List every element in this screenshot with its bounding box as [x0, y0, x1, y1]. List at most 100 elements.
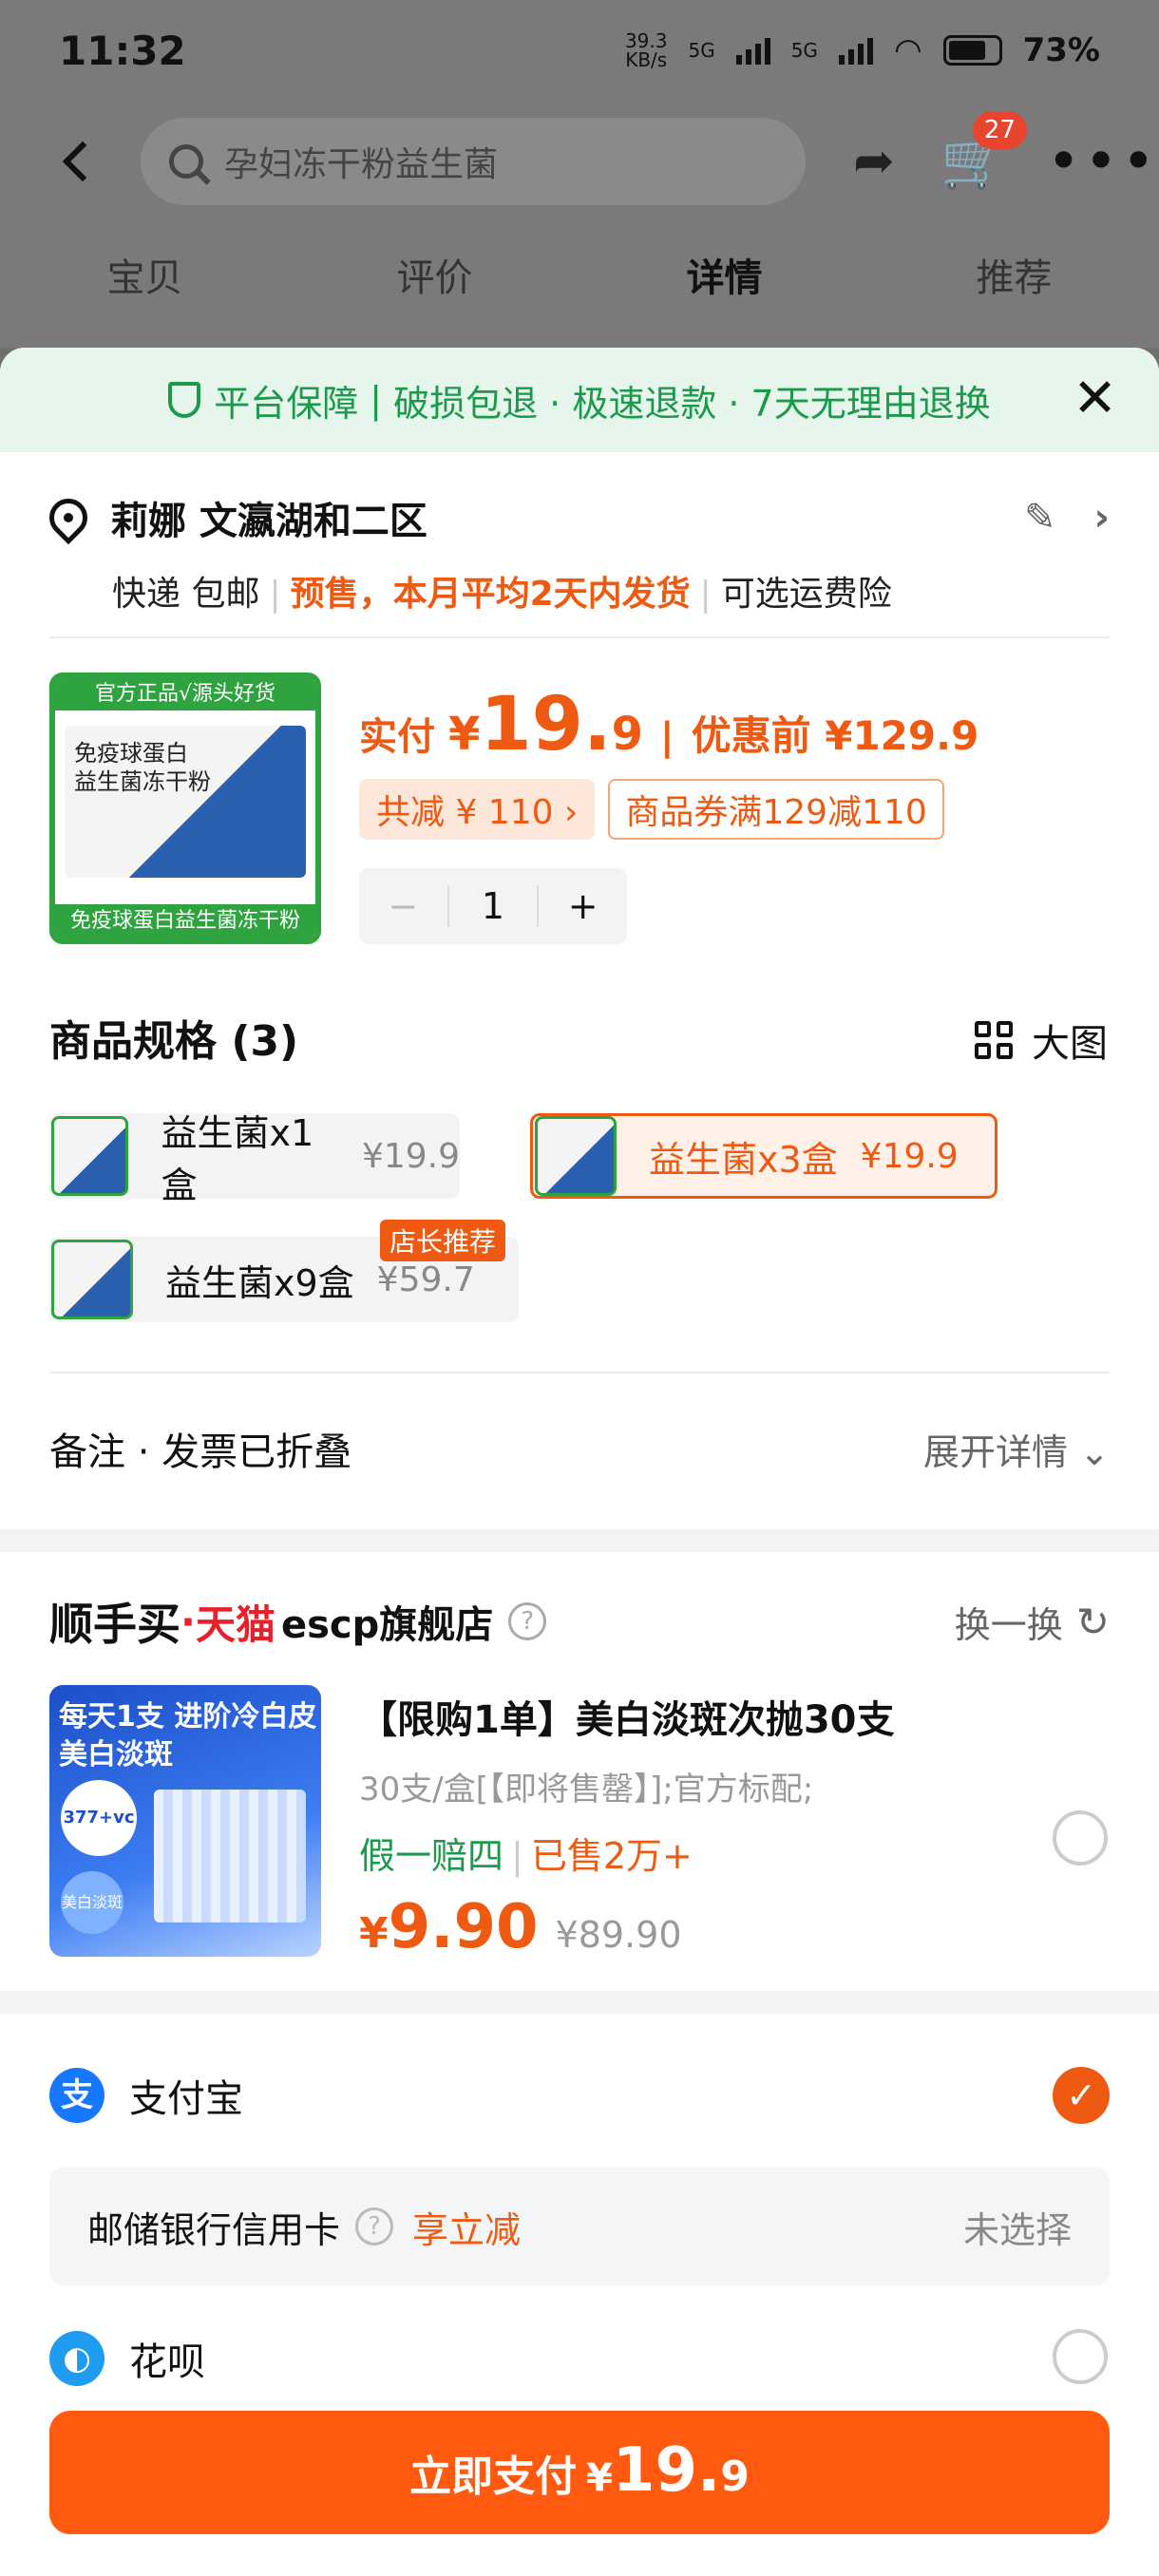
vials-graphic: [154, 1790, 306, 1923]
network-speed: 39.3 KB/s: [624, 29, 668, 71]
recommend-title: 【限购1单】美白淡斑次抛30支: [359, 1698, 895, 1742]
spec-thumbnail: [51, 1116, 129, 1196]
pay-button-decimal: 9: [720, 2453, 750, 2501]
alipay-option[interactable]: 支 支付宝 ✓: [49, 2067, 1110, 2124]
location-pin-icon: [41, 490, 96, 545]
product-image[interactable]: 官方正品√源头好货 免疫球蛋白 益生菌冻干粉 免疫球蛋白益生菌冻干粉: [49, 672, 321, 944]
signal-bars-icon-2: [838, 36, 873, 65]
recommend-store-header: 顺手买 · 天猫 escp旗舰店 ? 换一换 ↻: [49, 1590, 1110, 1653]
notes-label: 备注 · 发票已折叠: [49, 1430, 352, 1474]
tab-details[interactable]: 详情: [668, 237, 782, 313]
guarantee-divider: |: [370, 379, 383, 421]
chevron-down-icon: ⌄: [1079, 1430, 1110, 1473]
status-bar: 11:32 39.3 KB/s 5G 5G ◠ 73%: [0, 0, 1159, 101]
edit-icon[interactable]: ✎: [1024, 496, 1056, 540]
huabei-radio[interactable]: [1053, 2329, 1108, 2384]
address-name: 莉娜 文瀛湖和二区: [110, 500, 428, 543]
spec-name: 益生菌x1盒: [161, 1112, 314, 1206]
wifi-icon: ◠: [893, 31, 922, 69]
total-discount-chip[interactable]: 共减 ¥ 110 ›: [359, 779, 596, 840]
price-before-discount: 优惠前 ¥129.9: [691, 712, 979, 759]
quantity-value[interactable]: 1: [446, 885, 540, 927]
spec-name: 益生菌x9盒: [165, 1261, 354, 1304]
divider-line: [49, 1372, 1110, 1373]
shipping-insurance: 可选运费险: [720, 575, 892, 614]
back-arrow-icon: [62, 141, 104, 182]
more-menu-icon[interactable]: •••: [1047, 133, 1159, 190]
close-icon[interactable]: ✕: [1073, 372, 1117, 426]
status-time: 11:32: [59, 27, 186, 74]
price-line: 实付 ¥ 19. 9 | 优惠前 ¥129.9: [359, 682, 978, 767]
back-button[interactable]: [38, 123, 114, 199]
spec-option-2-selected[interactable]: 益生菌x3盒 ¥19.9: [530, 1113, 998, 1199]
recommend-select-radio[interactable]: [1053, 1810, 1108, 1866]
cart-count-badge: 27: [972, 111, 1027, 149]
increase-button[interactable]: +: [539, 885, 627, 927]
divider: |: [660, 715, 674, 759]
bank-select-state[interactable]: 未选择: [963, 2201, 1072, 2253]
status-icons: 39.3 KB/s 5G 5G ◠ 73%: [625, 31, 1100, 69]
recommend-currency: ¥: [359, 1909, 389, 1958]
swap-button[interactable]: 换一换: [955, 1596, 1063, 1648]
notes-row[interactable]: 备注 · 发票已折叠 展开详情 ⌄: [49, 1421, 1110, 1476]
tab-item[interactable]: 宝贝: [88, 237, 202, 313]
battery-percent: 73%: [1022, 31, 1100, 69]
help-icon[interactable]: ?: [508, 1602, 547, 1640]
expand-details[interactable]: 展开详情 ⌄: [923, 1423, 1110, 1475]
product-summary: 官方正品√源头好货 免疫球蛋白 益生菌冻干粉 免疫球蛋白益生菌冻干粉 实付 ¥ 1…: [49, 672, 978, 944]
shield-icon: [168, 382, 201, 418]
big-view-toggle[interactable]: 大图: [975, 1013, 1108, 1068]
guarantee-label: 平台保障: [214, 382, 359, 425]
section-gap: [0, 1529, 1159, 1552]
top-nav-bar: 孕妇冻干粉益生菌 ➦ 🛒 27 •••: [0, 111, 1159, 209]
share-icon[interactable]: ➦: [846, 133, 902, 190]
pay-label: 实付: [359, 715, 435, 759]
recommend-spec: 30支/盒[【即将售罄】];官方标配;: [359, 1771, 814, 1809]
price-integer: 19.: [480, 682, 612, 767]
spec-option-1[interactable]: 益生菌x1盒 ¥19.9: [49, 1112, 460, 1206]
tab-reviews[interactable]: 评价: [378, 237, 492, 313]
divider: |: [699, 575, 712, 614]
checked-icon[interactable]: ✓: [1053, 2067, 1110, 2124]
product-image-top-tag: 官方正品√源头好货: [55, 678, 315, 710]
image-text: 每天1支 进阶冷白皮: [59, 1700, 317, 1733]
bank-label: 邮储银行信用卡: [87, 2208, 341, 2251]
price-decimal: 9: [611, 708, 643, 761]
guarantee-banner: 平台保障 | 破损包退 · 极速退款 · 7天无理由退换 ✕: [0, 348, 1159, 452]
recommend-item[interactable]: 每天1支 进阶冷白皮 美白淡斑 377+vc 美白淡斑 【限购1单】美白淡斑次抛…: [49, 1685, 1110, 1962]
spec-price: ¥19.9: [860, 1136, 959, 1176]
recommend-brand: 顺手买: [49, 1599, 180, 1650]
refresh-icon[interactable]: ↻: [1076, 1599, 1110, 1645]
help-icon[interactable]: ?: [355, 2207, 394, 2245]
spec-name: 益生菌x3盒: [649, 1138, 838, 1181]
guarantee-tag: 假一赔四: [359, 1835, 504, 1877]
huabei-label: 花呗: [129, 2340, 205, 2384]
guarantee-items: 破损包退 · 极速退款 · 7天无理由退换: [393, 382, 991, 425]
signal-5g-1: 5G: [688, 39, 715, 62]
huabei-icon: ◐: [49, 2331, 104, 2386]
cart-button[interactable]: 🛒 27: [940, 111, 1027, 195]
address-section[interactable]: 莉娜 文瀛湖和二区 ✎ › 快递 包邮 | 预售，本月平均2天内发货 | 可选运费险: [41, 490, 1110, 616]
presale-note: 预售，本月平均2天内发货: [290, 575, 691, 614]
tmall-label: 天猫: [195, 1601, 276, 1648]
recommend-image[interactable]: 每天1支 进阶冷白皮 美白淡斑 377+vc 美白淡斑: [49, 1685, 321, 1957]
pay-now-button[interactable]: 立即支付 ¥ 19. 9: [49, 2411, 1110, 2534]
grid-icon: [975, 1021, 1013, 1059]
search-icon: [168, 144, 203, 179]
manager-recommend-tag: 店长推荐: [380, 1220, 506, 1261]
huabei-option[interactable]: ◐ 花呗: [49, 2331, 1110, 2386]
section-gap: [0, 1991, 1159, 2014]
search-bar[interactable]: 孕妇冻干粉益生菌: [140, 118, 806, 205]
bank-card-option[interactable]: 邮储银行信用卡 ? 享立减 未选择: [49, 2168, 1110, 2285]
decrease-button[interactable]: −: [359, 885, 447, 927]
price-currency: ¥: [448, 708, 481, 761]
product-image-bottom-tag: 免疫球蛋白益生菌冻干粉: [55, 904, 315, 938]
spec-price: ¥19.9: [361, 1136, 460, 1176]
signal-bars-icon: [735, 36, 770, 65]
divider-line: [49, 636, 1110, 638]
tab-recommend[interactable]: 推荐: [958, 237, 1072, 313]
pay-button-integer: 19.: [612, 2435, 721, 2506]
spec-thumbnail: [51, 1240, 133, 1319]
store-name: escp旗舰店: [280, 1603, 494, 1647]
image-badge: 美白淡斑: [61, 1871, 124, 1934]
